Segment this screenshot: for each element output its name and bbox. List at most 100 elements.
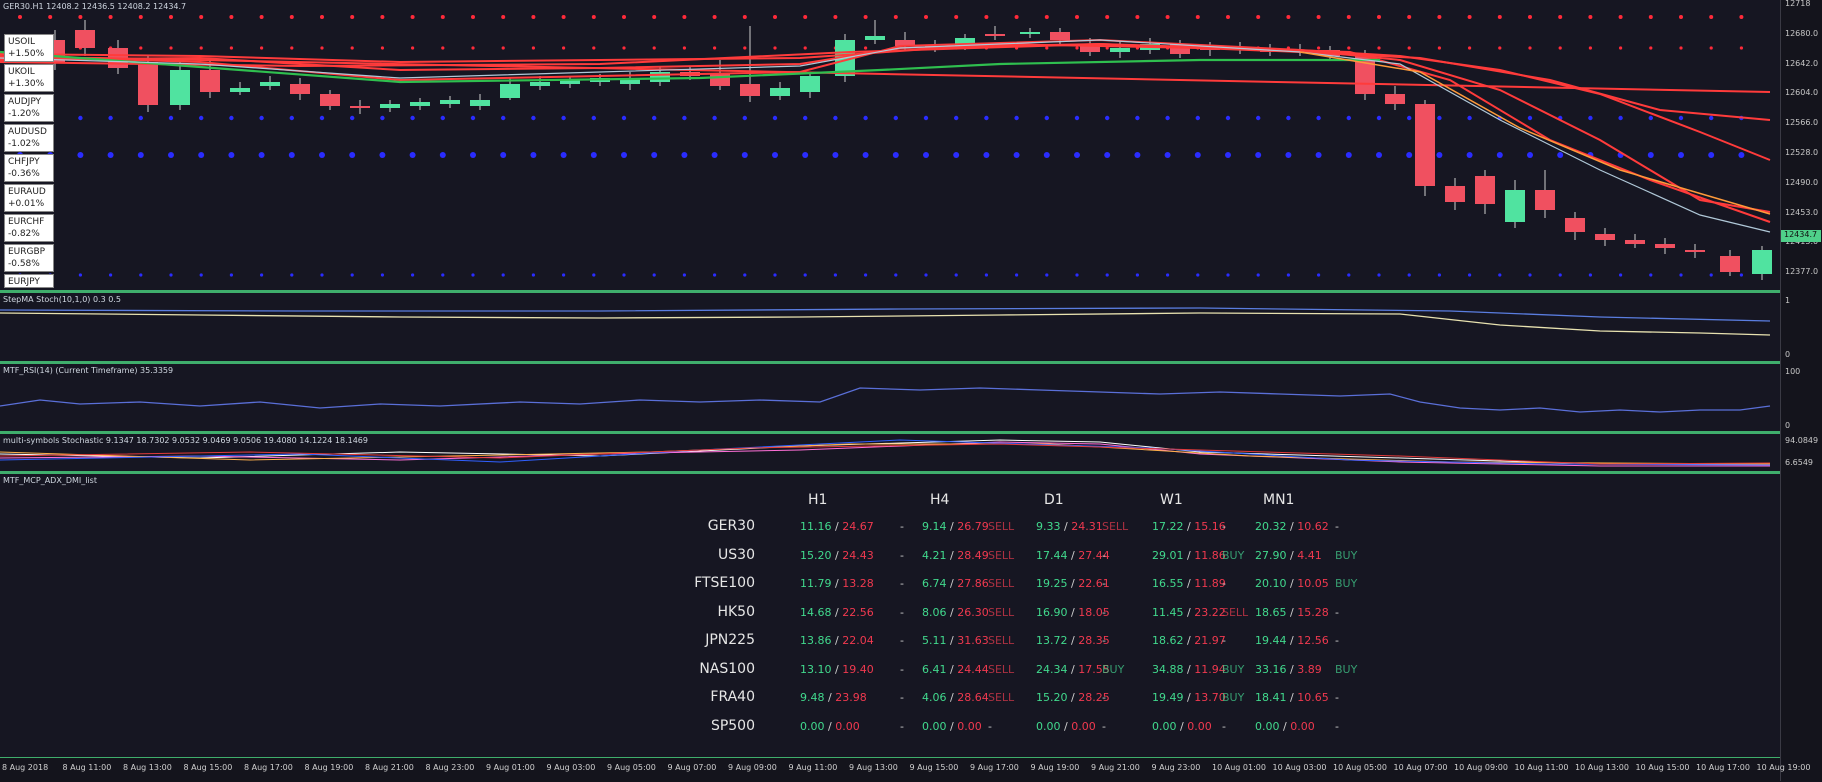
support-dot (77, 152, 84, 158)
dmi-minus: 0.00 (1187, 719, 1212, 733)
resistance-dot (1709, 15, 1714, 19)
time-tick-label: 9 Aug 09:00 (728, 763, 777, 772)
dmi-plus: 0.00 (1036, 719, 1061, 733)
support-dot (713, 273, 717, 277)
resistance-dot (260, 46, 264, 50)
dmi-minus: 0.00 (957, 719, 982, 733)
dmi-cell: 19.49 / 13.70 (1152, 691, 1226, 704)
symbol-item[interactable]: EURCHF -0.82% (4, 214, 54, 242)
time-tick-label: 10 Aug 13:00 (1575, 763, 1629, 772)
stepma-stoch-pane[interactable]: StepMA Stoch(10,1,0) 0.3 0.5 (0, 293, 1780, 361)
price-axis[interactable]: 12718 12680.0 12642.0 12604.0 12566.0 12528.0… (1780, 0, 1822, 781)
support-dot (1468, 273, 1472, 277)
support-dot (924, 273, 928, 277)
multi-stoch-pane[interactable]: multi-symbols Stochastic 9.1347 18.7302 … (0, 434, 1780, 471)
symbol-item[interactable]: EURJPY (4, 274, 54, 288)
resistance-dot (18, 15, 22, 19)
bear-candle (1475, 176, 1495, 204)
support-dot (621, 115, 627, 121)
support-dot (1014, 115, 1019, 121)
timeframe-header: H4 (930, 492, 950, 508)
time-tick-label: 10 Aug 01:00 (1212, 763, 1266, 772)
resistance-dot (380, 15, 385, 19)
support-dot (1498, 273, 1502, 277)
support-dot (1588, 273, 1592, 277)
support-dot (78, 273, 82, 277)
bull-candle (650, 72, 670, 82)
candlestick-chart[interactable] (0, 0, 1780, 290)
stoch-axis-bottom: 0 (1785, 350, 1791, 359)
time-axis[interactable]: 8 Aug 2018 8 Aug 11:00 8 Aug 13:00 8 Aug 15… (0, 757, 1810, 782)
support-dot (530, 152, 537, 158)
dmi-plus: 20.32 (1255, 520, 1287, 533)
resistance-dot (108, 15, 113, 19)
dmi-slash: / (1286, 520, 1298, 533)
resistance-dot (199, 15, 204, 19)
support-dot (682, 273, 687, 277)
dmi-slash: / (1286, 634, 1298, 647)
time-tick-label: 9 Aug 11:00 (788, 763, 838, 772)
adx-dmi-dashboard-pane[interactable]: MTF_MCP_ADX_DMI_list (0, 474, 1780, 757)
multi-stoch-axis-top: 94.0849 (1785, 436, 1819, 445)
symbol-item[interactable]: UKOIL +1.30% (4, 64, 54, 92)
resistance-dot (1316, 15, 1321, 19)
symbol-item[interactable]: AUDUSD -1.02% (4, 124, 54, 152)
signal-label: - (1335, 691, 1339, 704)
support-dot (1527, 152, 1533, 158)
dmi-plus: 9.14 (922, 520, 947, 533)
bear-candle (138, 62, 158, 105)
support-dot (1619, 273, 1623, 277)
support-dot (1043, 152, 1050, 158)
support-dot (168, 152, 174, 158)
dmi-plus: 6.41 (922, 662, 947, 676)
time-tick-label: 10 Aug 19:00 (1756, 763, 1811, 772)
dmi-minus: 27.86 (957, 577, 989, 590)
support-dot (1407, 115, 1412, 121)
dashboard-symbol: GER30 (707, 518, 755, 534)
dmi-plus: 17.22 (1152, 520, 1184, 533)
support-dot (379, 152, 386, 158)
support-dot (1436, 152, 1443, 158)
symbol-item[interactable]: USOIL +1.50% (4, 34, 54, 62)
price-tick-label: 12604.0 (1785, 88, 1819, 98)
mtf-rsi-pane[interactable]: MTF_RSI(14) (Current Timeframe) 35.3359 (0, 364, 1780, 431)
symbol-item[interactable]: AUDJPY -1.20% (4, 94, 54, 122)
support-dot (1678, 115, 1684, 121)
dmi-slash: / (831, 634, 843, 647)
dmi-plus: 19.25 (1036, 577, 1068, 590)
symbol-item[interactable]: CHFJPY -0.36% (4, 154, 54, 182)
symbol-item[interactable]: EURGBP -0.58% (4, 244, 54, 272)
dmi-plus: 16.55 (1152, 577, 1184, 590)
resistance-dot (1075, 15, 1079, 19)
symbol-name: USOIL (8, 37, 36, 47)
support-dot (409, 152, 416, 158)
support-dot (803, 115, 808, 121)
support-dot (260, 273, 264, 277)
dmi-slash: / (1183, 548, 1195, 562)
main-chart-pane[interactable]: GER30.H1 12408.2 12436.5 12408.2 12434.7… (0, 0, 1780, 290)
support-dot (1074, 152, 1080, 158)
dmi-minus: 28.49 (957, 548, 989, 562)
dmi-cell: 9.33 / 24.31 (1036, 520, 1103, 533)
support-dot (168, 115, 174, 121)
support-dot (471, 273, 475, 277)
dmi-cell: 4.06 / 28.64 (922, 691, 989, 704)
support-dot (440, 115, 445, 121)
resistance-dot (1195, 15, 1200, 19)
support-dot (1196, 273, 1200, 277)
support-dot (1013, 152, 1020, 158)
support-dot (1194, 152, 1201, 158)
resistance-dot (1648, 15, 1653, 19)
dmi-slash: / (1183, 691, 1195, 704)
symbol-item[interactable]: EURAUD +0.01% (4, 184, 54, 212)
support-dot (380, 115, 385, 121)
dmi-cell: 14.68 / 22.56 (800, 606, 874, 619)
support-dot (832, 152, 839, 158)
dmi-slash: / (946, 691, 958, 704)
resistance-dot (743, 46, 747, 50)
dmi-cell: 34.88 / 11.94 (1152, 663, 1226, 676)
support-dot (772, 115, 778, 121)
symbol-name: UKOIL (8, 67, 35, 77)
support-dot (501, 273, 505, 277)
support-dot (622, 273, 626, 277)
